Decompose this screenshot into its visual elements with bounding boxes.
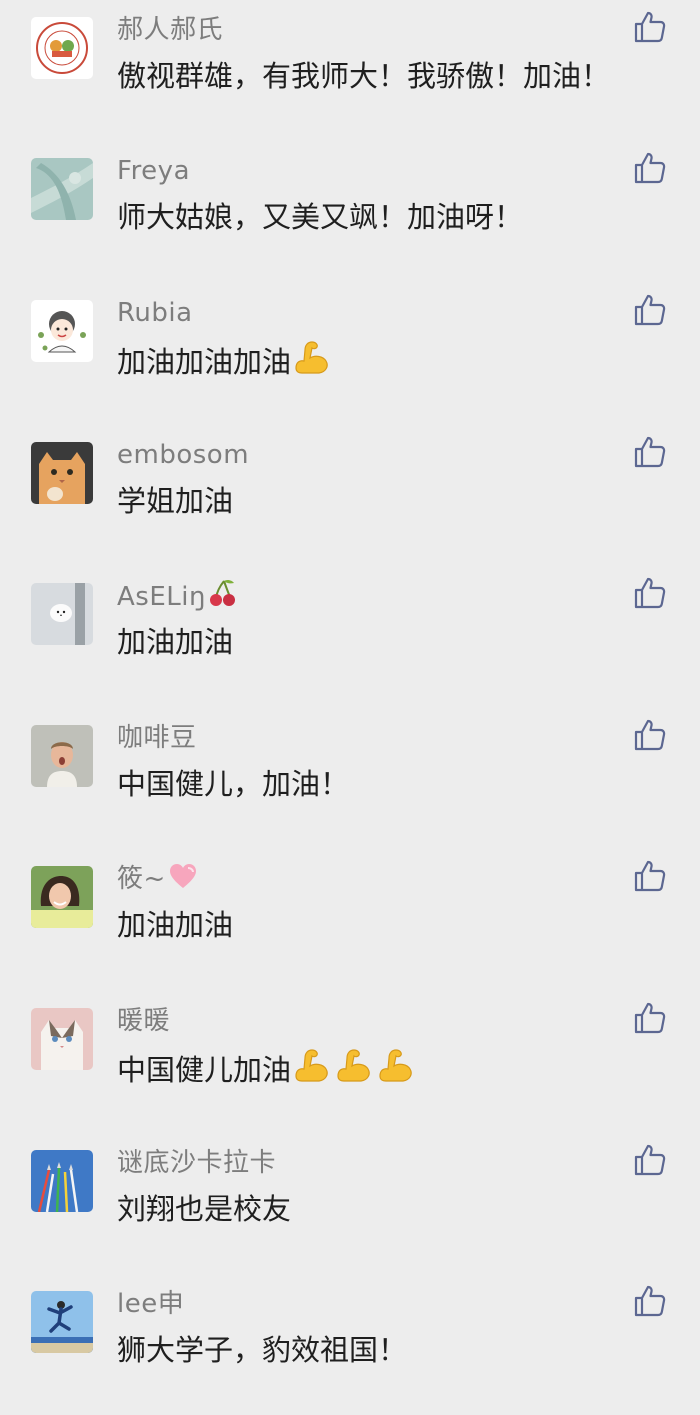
avatar[interactable] <box>31 1291 93 1353</box>
avatar[interactable] <box>31 1150 93 1212</box>
child-photo-icon <box>31 725 93 787</box>
like-button[interactable] <box>633 10 667 44</box>
avatar[interactable] <box>31 300 93 362</box>
jumping-person-icon <box>31 1291 93 1353</box>
comment-nickname[interactable]: AsELiŋ <box>117 578 238 615</box>
like-button[interactable] <box>633 1001 667 1035</box>
flexed-biceps-icon <box>375 1046 415 1084</box>
comment-item: AsELiŋ 加油加油 <box>0 566 700 707</box>
like-button[interactable] <box>633 1143 667 1177</box>
like-button[interactable] <box>633 576 667 610</box>
like-button[interactable] <box>633 1284 667 1318</box>
like-button[interactable] <box>633 151 667 185</box>
jets-sky-icon <box>31 1150 93 1212</box>
comment-item: Freya 师大姑娘，又美又飒！加油呀！ <box>0 141 700 282</box>
thumbs-up-icon <box>634 11 666 43</box>
comment-item: 郝人郝氏 傲视群雄，有我师大！我骄傲！加油！ <box>0 0 700 141</box>
like-button[interactable] <box>633 718 667 752</box>
comment-nickname[interactable]: Rubia <box>117 295 193 331</box>
comment-nickname[interactable]: 咖啡豆 <box>117 720 197 756</box>
like-button[interactable] <box>633 859 667 893</box>
thumbs-up-icon <box>634 1002 666 1034</box>
thumbs-up-icon <box>634 1285 666 1317</box>
flexed-biceps-icon <box>291 338 331 376</box>
comment-text: 中国健儿，加油！ <box>117 767 350 801</box>
comment-item: lee申 狮大学子，豹效祖国！ <box>0 1274 700 1415</box>
pink-heart-icon <box>168 862 198 890</box>
avatar[interactable] <box>31 17 93 79</box>
comment-text: 加油加油 <box>117 908 234 942</box>
nickname-value: AsELiŋ <box>117 582 206 612</box>
avatar[interactable] <box>31 442 93 504</box>
thumbs-up-icon <box>634 1144 666 1176</box>
university-seal-icon <box>31 17 93 79</box>
avatar[interactable] <box>31 1008 93 1070</box>
comment-text: 师大姑娘，又美又飒！加油呀！ <box>117 200 524 234</box>
comment-text: 中国健儿加油 <box>117 1046 415 1091</box>
comment-nickname[interactable]: lee申 <box>117 1286 184 1322</box>
comment-text: 加油加油 <box>117 625 234 659</box>
cherries-icon <box>206 578 238 608</box>
leaf-texture-icon <box>31 158 93 220</box>
comment-text-value: 中国健儿加油 <box>117 1053 292 1087</box>
avatar[interactable] <box>31 158 93 220</box>
comment-nickname[interactable]: 筱~ <box>117 861 198 897</box>
woman-photo-icon <box>31 866 93 928</box>
ragdoll-cat-icon <box>31 1008 93 1070</box>
thumbs-up-icon <box>634 152 666 184</box>
comment-text: 傲视群雄，有我师大！我骄傲！加油！ <box>117 59 611 93</box>
comment-item: 谜底沙卡拉卡 刘翔也是校友 <box>0 1133 700 1274</box>
orange-cat-icon <box>31 442 93 504</box>
comment-text-value: 加油加油加油 <box>117 345 292 379</box>
comment-item: Rubia 加油加油加油 <box>0 283 700 424</box>
comment-item: 筱~ 加油加油 <box>0 849 700 990</box>
flexed-biceps-icon <box>291 1046 331 1084</box>
comment-nickname[interactable]: embosom <box>117 437 249 473</box>
like-button[interactable] <box>633 435 667 469</box>
thumbs-up-icon <box>634 294 666 326</box>
comment-text: 狮大学子，豹效祖国！ <box>117 1333 408 1367</box>
nickname-value: 筱~ <box>117 864 166 894</box>
comment-list: 郝人郝氏 傲视群雄，有我师大！我骄傲！加油！ Freya 师大姑娘，又美又飒！加… <box>0 0 700 1400</box>
avatar[interactable] <box>31 725 93 787</box>
thumbs-up-icon <box>634 860 666 892</box>
comment-item: 咖啡豆 中国健儿，加油！ <box>0 708 700 849</box>
comment-text: 刘翔也是校友 <box>117 1192 292 1226</box>
avatar[interactable] <box>31 583 93 645</box>
comment-text: 加油加油加油 <box>117 338 331 383</box>
like-button[interactable] <box>633 293 667 327</box>
comment-nickname[interactable]: 暖暖 <box>117 1003 170 1039</box>
comment-nickname[interactable]: Freya <box>117 153 190 189</box>
flexed-biceps-icon <box>333 1046 373 1084</box>
comment-item: 暖暖 中国健儿加油 <box>0 991 700 1132</box>
white-bird-icon <box>31 583 93 645</box>
comment-nickname[interactable]: 郝人郝氏 <box>117 12 223 48</box>
cartoon-girl-icon <box>31 300 93 362</box>
comment-item: embosom 学姐加油 <box>0 425 700 566</box>
thumbs-up-icon <box>634 577 666 609</box>
comment-nickname[interactable]: 谜底沙卡拉卡 <box>117 1145 276 1181</box>
thumbs-up-icon <box>634 436 666 468</box>
comment-text: 学姐加油 <box>117 484 234 518</box>
thumbs-up-icon <box>634 719 666 751</box>
avatar[interactable] <box>31 866 93 928</box>
